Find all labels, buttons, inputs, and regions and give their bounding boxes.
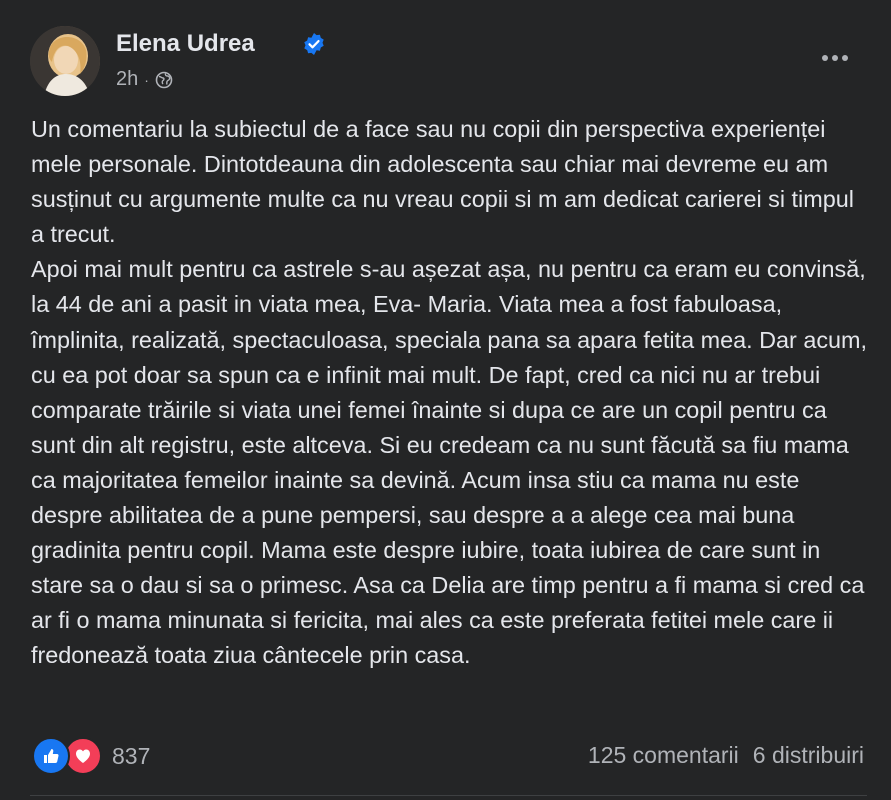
globe-icon[interactable] bbox=[155, 71, 173, 89]
reaction-count[interactable]: 837 bbox=[112, 743, 150, 770]
more-dot bbox=[832, 55, 838, 61]
post-paragraph: Un comentariu la subiectul de a face sau… bbox=[31, 116, 854, 248]
more-horizontal-icon bbox=[822, 55, 828, 61]
shares-count-link[interactable]: 6 distribuiri bbox=[753, 742, 864, 769]
author-name[interactable]: Elena Udrea bbox=[116, 30, 255, 58]
reaction-summary[interactable]: 837 bbox=[32, 737, 150, 775]
meta-separator: · bbox=[144, 71, 149, 88]
more-dot bbox=[842, 55, 848, 61]
facebook-post: Elena Udrea 2h · Un comentariu la subiec… bbox=[0, 0, 891, 800]
post-time[interactable]: 2h bbox=[116, 68, 138, 91]
comments-count-link[interactable]: 125 comentarii bbox=[588, 742, 739, 769]
author-avatar[interactable] bbox=[30, 26, 100, 96]
footer-divider bbox=[30, 795, 867, 796]
like-icon bbox=[32, 737, 70, 775]
more-options-button[interactable] bbox=[815, 46, 855, 70]
post-paragraph: Apoi mai mult pentru ca astrele s-au așe… bbox=[31, 256, 868, 669]
post-meta: 2h · bbox=[116, 68, 173, 91]
post-body: Un comentariu la subiectul de a face sau… bbox=[31, 112, 871, 674]
post-stats: 125 comentarii 6 distribuiri bbox=[588, 742, 864, 769]
verified-badge-icon bbox=[304, 33, 324, 55]
post-header: Elena Udrea 2h · bbox=[30, 26, 867, 98]
